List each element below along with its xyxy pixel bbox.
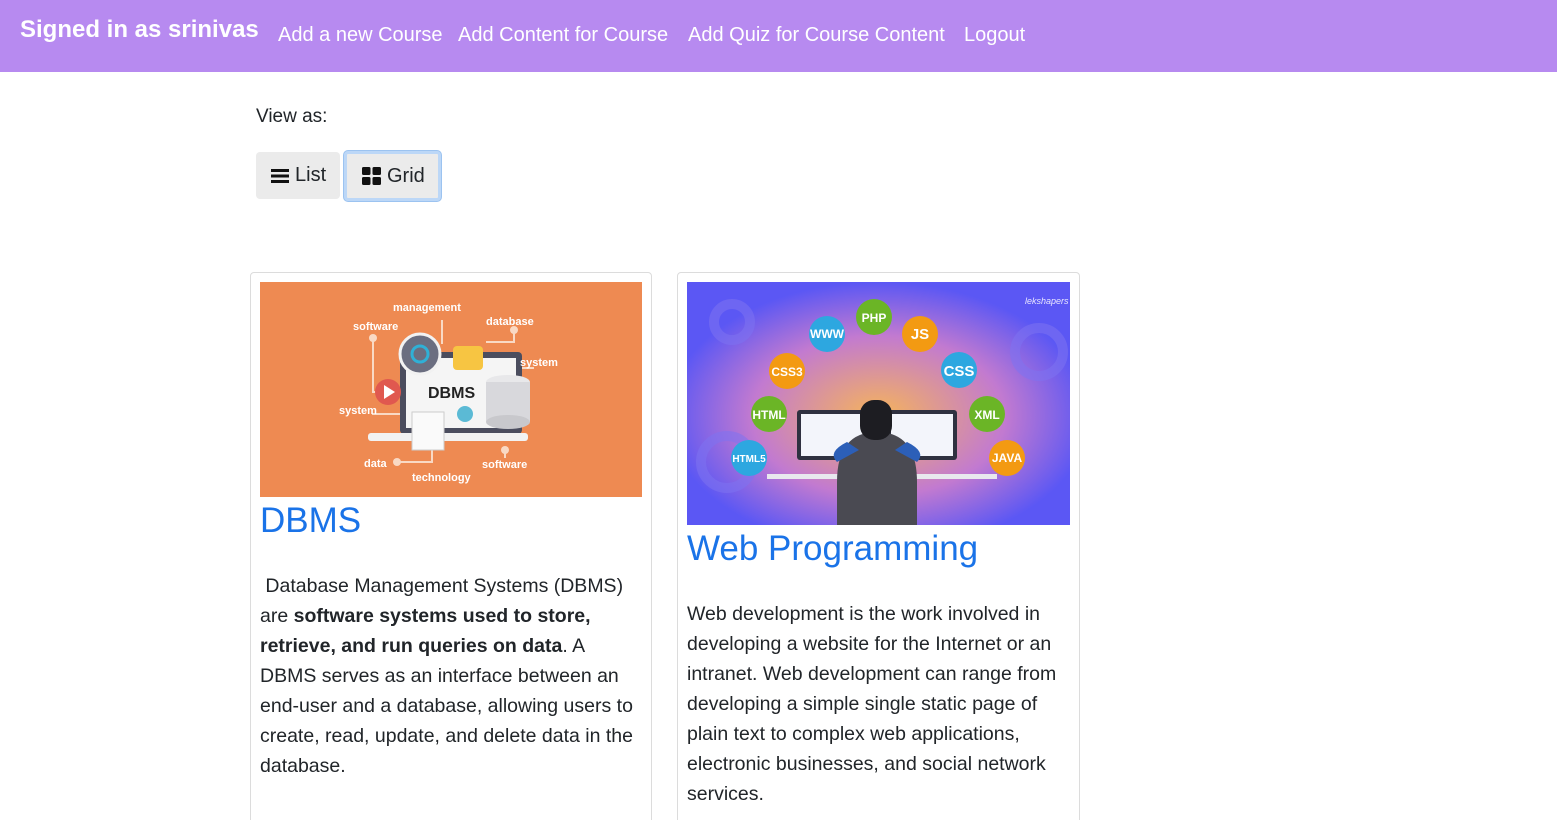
course-description: Database Management Systems (DBMS) are s… — [260, 575, 633, 777]
dbms-course-image: DBMS management software database system… — [260, 282, 642, 497]
course-card-dbms: DBMS management software database system… — [250, 272, 652, 820]
web-programming-course-image: WWW PHP JS CSS3 CSS HTML XML HTML5 JAVA … — [687, 282, 1070, 525]
svg-text:HTML: HTML — [752, 408, 785, 422]
svg-text:WWW: WWW — [810, 327, 845, 341]
dbms-image-title: DBMS — [428, 385, 475, 402]
list-view-label: List — [295, 164, 327, 186]
course-description: Web development is the work involved in … — [687, 603, 1057, 805]
navbar: Signed in as srinivas Add a new Course A… — [0, 0, 1557, 72]
grid-icon — [362, 167, 381, 185]
nav-add-content[interactable]: Add Content for Course — [458, 24, 668, 47]
svg-text:software: software — [353, 321, 398, 333]
nav-add-quiz[interactable]: Add Quiz for Course Content — [688, 24, 945, 47]
svg-text:system: system — [339, 405, 377, 417]
svg-text:JAVA: JAVA — [992, 451, 1023, 465]
svg-text:XML: XML — [974, 408, 999, 422]
view-as-label: View as: — [256, 106, 328, 127]
svg-text:technology: technology — [412, 472, 472, 484]
grid-view-button[interactable]: Grid — [344, 151, 441, 201]
svg-text:CSS3: CSS3 — [771, 365, 803, 379]
nav-logout[interactable]: Logout — [964, 24, 1025, 47]
list-icon — [271, 168, 289, 183]
svg-text:software: software — [482, 459, 527, 471]
svg-text:lekshapers: lekshapers — [1025, 296, 1069, 306]
course-title-link[interactable]: DBMS — [260, 501, 361, 541]
svg-text:JS: JS — [911, 326, 929, 343]
svg-text:HTML5: HTML5 — [732, 454, 766, 465]
svg-text:PHP: PHP — [862, 311, 887, 325]
grid-view-label: Grid — [387, 164, 425, 187]
svg-text:database: database — [486, 316, 534, 328]
svg-text:management: management — [393, 302, 461, 314]
svg-text:system: system — [520, 357, 558, 369]
course-card-web-programming: WWW PHP JS CSS3 CSS HTML XML HTML5 JAVA … — [677, 272, 1080, 820]
navbar-brand[interactable]: Signed in as srinivas — [20, 16, 259, 44]
list-view-button[interactable]: List — [256, 152, 340, 199]
svg-text:data: data — [364, 458, 388, 470]
nav-add-course[interactable]: Add a new Course — [278, 24, 443, 47]
course-title-link[interactable]: Web Programming — [687, 529, 978, 569]
svg-text:CSS: CSS — [944, 363, 975, 380]
